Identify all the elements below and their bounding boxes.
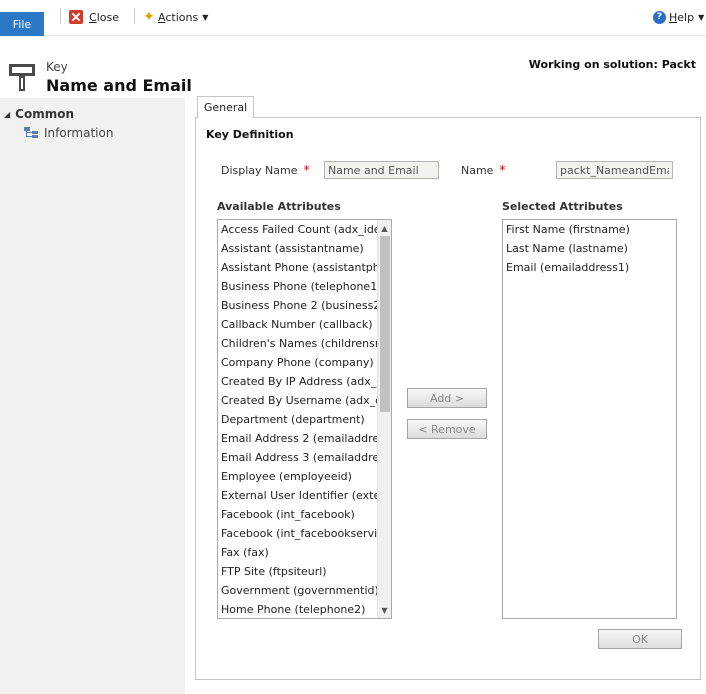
toolbar: File Close ✦ Actions ▼ ? Help ▼ <box>0 0 706 36</box>
page-title: Name and Email <box>46 76 192 95</box>
list-item[interactable]: Company Phone (company) <box>218 353 378 372</box>
toolbar-separator <box>60 8 61 24</box>
chevron-down-icon: ▼ <box>698 12 705 22</box>
list-item[interactable]: Government (governmentid) <box>218 581 378 600</box>
scroll-up-icon[interactable]: ▲ <box>378 221 391 235</box>
list-item[interactable]: Department (department) <box>218 410 378 429</box>
list-item[interactable]: Facebook (int_facebookservice) <box>218 524 378 543</box>
actions-label: Actions <box>158 10 199 24</box>
name-label: Name * <box>461 163 505 177</box>
section-title: Key Definition <box>206 128 294 141</box>
list-item[interactable]: Last Name (lastname) <box>503 239 676 258</box>
list-item[interactable]: Children's Names (childrensnam <box>218 334 378 353</box>
information-form-icon <box>24 127 38 138</box>
actions-icon: ✦ <box>143 9 155 25</box>
file-button[interactable]: File <box>0 12 44 36</box>
ok-button[interactable]: OK <box>598 629 682 649</box>
display-name-label-text: Display Name <box>221 164 298 177</box>
add-button[interactable]: Add > <box>407 388 487 408</box>
chevron-down-icon: ▼ <box>202 12 209 22</box>
required-mark: * <box>303 163 310 177</box>
close-icon <box>69 10 83 24</box>
selected-attributes-list[interactable]: First Name (firstname) Last Name (lastnam… <box>502 219 677 619</box>
list-item[interactable]: Business Phone 2 (business2) <box>218 296 378 315</box>
collapse-triangle-icon: ◢ <box>4 109 11 119</box>
available-attributes-title: Available Attributes <box>217 200 341 213</box>
list-item[interactable]: Home Phone (telephone2) <box>218 600 378 618</box>
close-button[interactable]: Close <box>69 9 119 25</box>
list-item[interactable]: Email (emailaddress1) <box>503 258 676 277</box>
list-item[interactable]: Email Address 2 (emailaddress2 <box>218 429 378 448</box>
selected-attributes-title: Selected Attributes <box>502 200 623 213</box>
help-icon: ? <box>653 10 666 24</box>
list-item[interactable]: External User Identifier (external <box>218 486 378 505</box>
scroll-thumb[interactable] <box>380 236 390 412</box>
left-navigation: ◢ Common Information <box>0 98 185 694</box>
name-label-text: Name <box>461 164 494 177</box>
list-item[interactable]: Email Address 3 (emailaddress3) <box>218 448 378 467</box>
list-item[interactable]: Employee (employeeid) <box>218 467 378 486</box>
list-item[interactable]: Access Failed Count (adx_identit <box>218 220 378 239</box>
list-item[interactable]: Created By IP Address (adx_crea <box>218 372 378 391</box>
list-item[interactable]: Assistant (assistantname) <box>218 239 378 258</box>
key-entity-icon <box>9 64 35 91</box>
nav-item-label: Information <box>44 126 114 140</box>
toolbar-separator <box>134 8 135 24</box>
required-mark: * <box>499 163 506 177</box>
help-button[interactable]: ? Help ▼ <box>653 9 704 25</box>
entity-type: Key <box>46 60 68 74</box>
nav-group-common[interactable]: ◢ Common <box>4 107 74 121</box>
close-label: Close <box>89 10 119 24</box>
vertical-scrollbar[interactable]: ▲ ▼ <box>377 220 391 618</box>
solution-label: Working on solution: Packt <box>528 58 696 71</box>
actions-button[interactable]: ✦ Actions ▼ <box>142 9 208 25</box>
help-label: Help <box>669 10 695 24</box>
display-name-label: Display Name * <box>221 163 310 177</box>
list-item[interactable]: Created By Username (adx_crea <box>218 391 378 410</box>
display-name-input[interactable] <box>324 161 439 179</box>
nav-group-label: Common <box>15 107 75 121</box>
list-item[interactable]: First Name (firstname) <box>503 220 676 239</box>
list-item[interactable]: FTP Site (ftpsiteurl) <box>218 562 378 581</box>
list-item[interactable]: Fax (fax) <box>218 543 378 562</box>
tab-general[interactable]: General <box>197 96 254 118</box>
list-item[interactable]: Assistant Phone (assistantphone <box>218 258 378 277</box>
list-item[interactable]: Facebook (int_facebook) <box>218 505 378 524</box>
name-input[interactable] <box>556 161 673 179</box>
scroll-down-icon[interactable]: ▼ <box>378 603 391 617</box>
list-item[interactable]: Business Phone (telephone1) <box>218 277 378 296</box>
remove-button[interactable]: < Remove <box>407 419 487 439</box>
list-item[interactable]: Callback Number (callback) <box>218 315 378 334</box>
available-attributes-list[interactable]: Access Failed Count (adx_identitAssistan… <box>217 219 392 619</box>
nav-item-information[interactable]: Information <box>24 126 113 140</box>
